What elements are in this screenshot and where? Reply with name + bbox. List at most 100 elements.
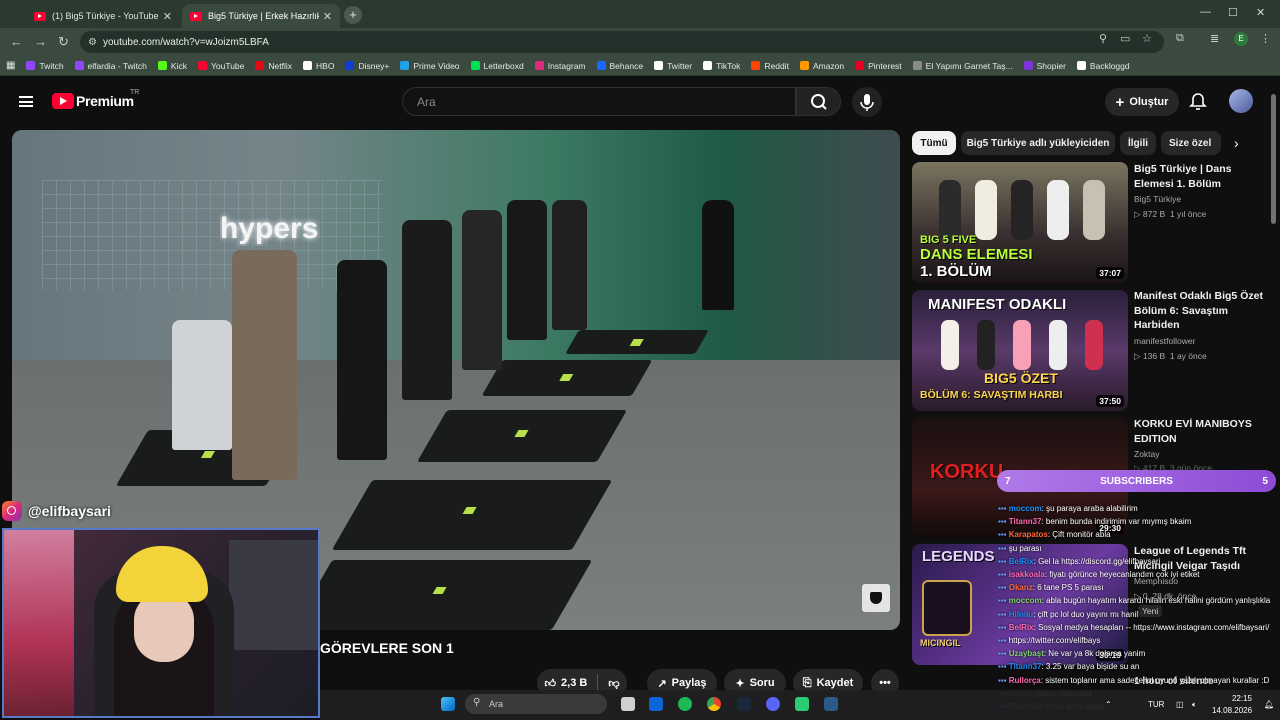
bookmark-item[interactable]: Kick bbox=[157, 61, 187, 71]
bookmark-item[interactable]: Behance bbox=[596, 61, 643, 71]
account-avatar[interactable] bbox=[1229, 89, 1253, 113]
bookmark-item[interactable]: Letterboxd bbox=[470, 61, 524, 71]
clock-date[interactable]: 14.08.2026 bbox=[1212, 706, 1252, 715]
browser-tab-1[interactable]: (1) Big5 Türkiye - YouTube ✕ bbox=[26, 4, 180, 28]
bookmark-item[interactable]: Pinterest bbox=[855, 61, 902, 71]
close-tab-icon[interactable]: ✕ bbox=[323, 10, 332, 23]
create-button[interactable]: + Oluştur bbox=[1105, 88, 1179, 116]
address-bar[interactable]: ⚙ youtube.com/watch?v=wJoizm5LBFA bbox=[80, 31, 1164, 53]
new-tab-button[interactable]: + bbox=[344, 6, 362, 24]
dislike-button[interactable]: 👎︎ bbox=[608, 677, 619, 690]
back-icon[interactable]: ← bbox=[10, 34, 23, 49]
apps-icon[interactable]: ▦ bbox=[6, 60, 15, 71]
chat-username[interactable]: Rullorça bbox=[1009, 676, 1041, 685]
chat-username[interactable]: Hilnilu bbox=[1009, 610, 1033, 619]
app-icon-2[interactable] bbox=[824, 697, 838, 711]
chrome-icon[interactable] bbox=[707, 697, 721, 711]
app-icon[interactable] bbox=[795, 697, 809, 711]
brand-name[interactable]: Premium bbox=[76, 93, 134, 109]
minimize-icon[interactable]: — bbox=[1200, 6, 1211, 18]
chip-all[interactable]: Tümü bbox=[912, 131, 956, 155]
search-input[interactable]: Ara bbox=[402, 87, 796, 116]
recommendation-title[interactable]: Manifest Odaklı Big5 Özet Bölüm 6: Savaş… bbox=[1134, 289, 1264, 333]
browser-tab-2[interactable]: Big5 Türkiye | Erkek Hazırlık Se ✕ bbox=[182, 4, 340, 28]
chat-username[interactable]: Karapatos bbox=[1009, 530, 1048, 539]
search-button[interactable] bbox=[796, 87, 841, 116]
extensions-icon[interactable]: ⧉ bbox=[1176, 32, 1184, 45]
bookmark-item[interactable]: Shopier bbox=[1023, 61, 1066, 71]
chat-username[interactable]: Uzaybaşt bbox=[1009, 649, 1044, 658]
bookmark-item[interactable]: Netflix bbox=[255, 61, 292, 71]
chat-username[interactable]: BelRix bbox=[1009, 557, 1034, 566]
recommendation-channel[interactable]: manifestfollower bbox=[1134, 336, 1195, 346]
subscribers-left-count: 7 bbox=[1005, 475, 1011, 487]
recommendation-title[interactable]: KORKU EVİ MANIBOYS EDITION bbox=[1134, 417, 1264, 446]
bookmark-label: Reddit bbox=[764, 60, 789, 71]
chat-username[interactable]: BelRix bbox=[1009, 623, 1034, 632]
notifications-bell-icon[interactable] bbox=[1188, 92, 1208, 112]
cast-icon[interactable]: ▭ bbox=[1120, 32, 1130, 45]
bookmark-item[interactable]: El Yapımı Garnet Taş... bbox=[912, 60, 1013, 71]
close-window-icon[interactable]: ✕ bbox=[1256, 6, 1265, 19]
channel-watermark-icon[interactable] bbox=[862, 584, 890, 612]
recommendation-thumbnail[interactable]: BIG 5 FIVE DANS ELEMESI 1. BÖLÜM 37:07 bbox=[912, 162, 1128, 283]
bookmark-item[interactable]: Prime Video bbox=[400, 61, 460, 71]
bookmark-item[interactable]: elfardia - Twitch bbox=[74, 61, 147, 71]
discord-icon[interactable] bbox=[766, 697, 780, 711]
bookmark-item[interactable]: Twitter bbox=[654, 61, 692, 71]
chip-related[interactable]: İlgili bbox=[1120, 131, 1156, 155]
bookmark-item[interactable]: Amazon bbox=[799, 61, 844, 71]
bookmark-item[interactable]: Reddit bbox=[751, 61, 789, 71]
profile-icon[interactable]: E bbox=[1234, 32, 1248, 46]
chat-username[interactable]: Titann37 bbox=[1009, 517, 1042, 526]
browser-menu-icon[interactable]: ⋮ bbox=[1260, 32, 1271, 45]
chat-username[interactable]: moccom bbox=[1009, 596, 1042, 605]
recommendation-title[interactable]: Big5 Türkiye | Dans Elemesi 1. Bölüm bbox=[1134, 162, 1264, 191]
bookmark-label: El Yapımı Garnet Taş... bbox=[925, 60, 1013, 71]
recommendation-thumbnail[interactable]: MANIFEST ODAKLI BIG5 ÖZET BÖLÜM 6: SAVAŞ… bbox=[912, 290, 1128, 411]
clock-time[interactable]: 22:15 bbox=[1228, 694, 1252, 703]
spotify-icon[interactable] bbox=[678, 697, 692, 711]
menu-hamburger-icon[interactable] bbox=[19, 96, 33, 107]
close-tab-icon[interactable]: ✕ bbox=[163, 10, 172, 23]
voice-search-button[interactable] bbox=[852, 87, 882, 117]
chat-username[interactable]: moccom bbox=[1009, 504, 1042, 513]
bookmark-item[interactable]: YouTube bbox=[197, 61, 244, 71]
video-frame-people bbox=[162, 200, 622, 550]
notification-center-icon[interactable]: 🔔︎ bbox=[1264, 700, 1274, 709]
bookmark-item[interactable]: Twitch bbox=[26, 61, 64, 71]
like-button[interactable]: 👍︎ 2,3 B bbox=[545, 677, 588, 690]
forward-icon[interactable]: → bbox=[34, 34, 47, 49]
bookmark-item[interactable]: TikTok bbox=[703, 61, 740, 71]
site-info-icon[interactable]: ⚙ bbox=[88, 37, 97, 48]
volume-icon[interactable]: 🔈︎ bbox=[1192, 700, 1197, 710]
recommendation-channel[interactable]: Big5 Türkiye bbox=[1134, 194, 1181, 204]
bookmark-item[interactable]: Disney+ bbox=[345, 61, 389, 71]
chip-from-uploader[interactable]: Big5 Türkiye adlı yükleyiciden bbox=[961, 131, 1115, 155]
recommendation-channel[interactable]: Zoktay bbox=[1134, 449, 1160, 459]
outlook-icon[interactable] bbox=[649, 697, 663, 711]
maximize-icon[interactable]: ☐ bbox=[1228, 6, 1238, 19]
bookmark-star-icon[interactable]: ☆ bbox=[1142, 32, 1152, 45]
youtube-logo-icon[interactable] bbox=[52, 93, 74, 109]
bookmark-item[interactable]: Backloggd bbox=[1076, 61, 1130, 71]
task-view-icon[interactable] bbox=[621, 697, 635, 711]
language-indicator[interactable]: TUR bbox=[1148, 700, 1164, 709]
wifi-icon[interactable]: ◫ bbox=[1176, 700, 1184, 709]
chevron-right-icon[interactable]: › bbox=[1234, 135, 1239, 151]
bookmark-item[interactable]: Instagram bbox=[534, 61, 586, 71]
tray-chevron-icon[interactable]: ⌃ bbox=[1105, 700, 1112, 709]
windows-start-icon[interactable] bbox=[441, 697, 455, 711]
chat-username[interactable]: Okanz bbox=[1009, 583, 1033, 592]
chat-username[interactable]: Titann37 bbox=[1009, 662, 1042, 671]
reload-icon[interactable]: ↻ bbox=[58, 34, 69, 50]
bookmark-item[interactable]: HBO bbox=[303, 61, 334, 71]
save-label: Kaydet bbox=[816, 677, 854, 689]
steam-icon[interactable] bbox=[737, 697, 751, 711]
taskbar-search[interactable]: ⚲ Ara bbox=[465, 694, 607, 714]
zoom-icon[interactable]: ⚲ bbox=[1099, 32, 1107, 45]
chat-username[interactable]: isakkoala bbox=[1009, 570, 1045, 579]
reading-list-icon[interactable]: ≣ bbox=[1210, 32, 1219, 45]
page-scrollbar[interactable] bbox=[1271, 94, 1276, 224]
chip-for-you[interactable]: Size özel bbox=[1161, 131, 1221, 155]
